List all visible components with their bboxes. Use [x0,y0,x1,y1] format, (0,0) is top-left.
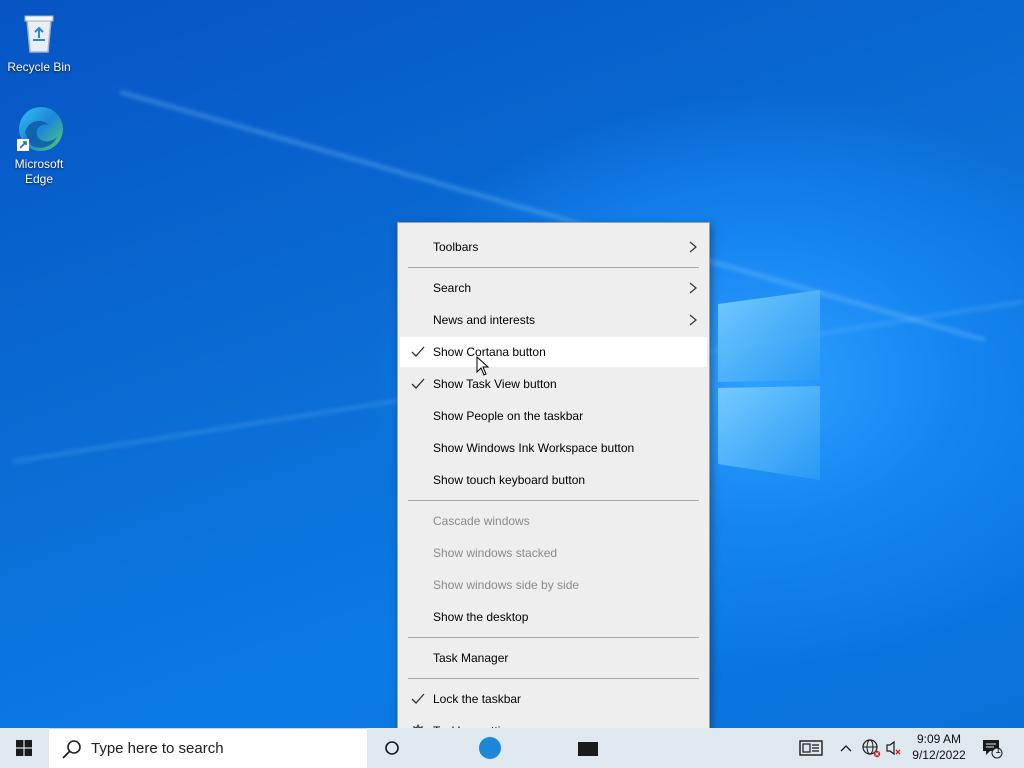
menu-item-show-people[interactable]: Show People on the taskbar [400,401,707,431]
menu-item-cascade-windows: Cascade windows [400,506,707,536]
action-center-button[interactable]: 1 [978,728,1006,768]
chevron-right-icon [689,241,697,253]
speaker-muted-icon [886,740,901,756]
folder-icon [578,742,598,756]
menu-item-lock-the-taskbar[interactable]: Lock the taskbar [400,684,707,714]
network-button[interactable] [860,728,882,768]
menu-item-show-windows-ink[interactable]: Show Windows Ink Workspace button [400,433,707,463]
menu-item-label: Show touch keyboard button [433,473,586,487]
mouse-cursor-icon [476,356,490,376]
menu-item-search[interactable]: Search [400,273,707,303]
taskbar-clock[interactable]: 9:09 AM 9/12/2022 [904,731,974,763]
menu-item-news-and-interests[interactable]: News and interests [400,305,707,335]
microsoft-edge-shortcut[interactable]: Microsoft Edge [1,105,77,187]
taskbar[interactable]: 9:09 AM 9/12/2022 1 [0,728,1024,768]
menu-separator [408,637,699,638]
menu-item-label: Lock the taskbar [433,692,522,706]
start-button[interactable] [0,728,48,768]
menu-item-label: Show windows stacked [433,546,558,560]
menu-item-label: Show windows side by side [433,578,580,592]
menu-item-show-the-desktop[interactable]: Show the desktop [400,602,707,632]
chevron-right-icon [689,314,697,326]
cortana-icon [385,741,399,755]
windows-start-icon [16,740,32,756]
microsoft-edge-label: Microsoft Edge [14,157,64,186]
clock-date: 9/12/2022 [912,748,966,762]
menu-item-label: Search [433,281,472,295]
menu-item-label: Show the desktop [433,610,529,624]
news-and-interests-button[interactable] [796,728,826,768]
file-explorer-taskbar-button[interactable] [574,728,602,768]
show-hidden-icons-button[interactable] [836,728,856,768]
taskbar-context-menu: Toolbars Search News and interests Show … [397,222,710,755]
menu-item-label: Toolbars [433,240,479,254]
menu-item-show-windows-stacked: Show windows stacked [400,538,707,568]
news-icon [799,740,823,756]
menu-item-show-cortana-button[interactable]: Show Cortana button [400,337,707,367]
menu-item-label: News and interests [433,313,536,327]
network-globe-icon [862,739,881,758]
checkmark-icon [410,376,426,392]
menu-separator [408,678,699,679]
windows-logo-wallpaper [718,290,820,480]
recycle-bin-label: Recycle Bin [7,60,71,74]
checkmark-icon [410,344,426,360]
recycle-bin-shortcut[interactable]: Recycle Bin [1,8,77,75]
menu-item-label: Show Task View button [433,377,557,391]
menu-separator [408,267,699,268]
menu-item-show-touch-keyboard[interactable]: Show touch keyboard button [400,465,707,495]
menu-item-label: Cascade windows [433,514,530,528]
menu-item-label: Show People on the taskbar [433,409,584,423]
menu-item-task-manager[interactable]: Task Manager [400,643,707,673]
checkmark-icon [410,691,426,707]
notification-count-badge: 1 [995,745,1001,756]
taskbar-search-box[interactable] [49,728,367,768]
edge-icon [15,105,63,153]
chevron-up-icon [840,745,852,752]
cortana-button[interactable] [378,728,406,768]
menu-item-label: Task Manager [433,651,509,665]
edge-icon [479,737,501,759]
volume-button[interactable] [884,728,904,768]
menu-item-label: Show Windows Ink Workspace button [433,441,635,455]
search-input[interactable] [89,739,353,758]
edge-taskbar-button[interactable] [476,728,504,768]
menu-item-show-task-view-button[interactable]: Show Task View button [400,369,707,399]
recycle-bin-icon [15,8,63,56]
menu-item-show-windows-side-by-side: Show windows side by side [400,570,707,600]
menu-separator [408,500,699,501]
chevron-right-icon [689,282,697,294]
clock-time: 9:09 AM [916,732,962,746]
menu-item-toolbars[interactable]: Toolbars [400,232,707,262]
search-icon [62,739,81,759]
